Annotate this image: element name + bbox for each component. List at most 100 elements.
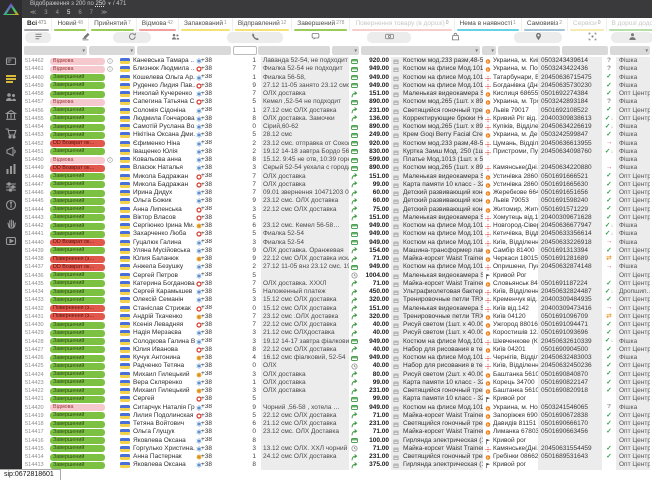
order-row[interactable]: 514433ЗавершенийОлексій Семанін+38315.12… [22,296,652,304]
phone-cell[interactable]: +38 [195,288,225,296]
column-filter-select[interactable]: ▼ [482,46,496,55]
order-row[interactable]: 514432Повернення (з…Станіслав Стрижак+38… [22,305,652,313]
app-logo-icon[interactable] [2,2,20,17]
phone-cell[interactable]: +38 [195,428,225,436]
column-filter-select[interactable] [137,46,231,55]
order-row[interactable]: 514423ЗавершенийВера Скляренко+381ОЛХ до… [22,379,652,387]
tab-Всі[interactable]: Всі471 [22,18,52,31]
order-row[interactable]: 514452DD Возврат ок…Єфименко Ніна+38223.… [22,140,652,148]
order-row[interactable]: 514426ЗавершенийКучук Антонина+38416.12 … [22,354,652,362]
column-header-scan-icon[interactable] [585,32,599,43]
column-filter-select[interactable]: ▼ [361,46,480,55]
page-number[interactable]: 7 [90,10,94,16]
order-row[interactable]: 514416ЗавершенийЯковлева Оксана+388100.0… [22,437,652,445]
column-header-phone-icon[interactable] [227,32,283,43]
column-filter-select[interactable]: ▼ [89,46,135,55]
phone-cell[interactable]: +38 [195,321,225,329]
phone-cell[interactable]: +38 [195,412,225,420]
column-filter-select[interactable] [258,46,330,55]
phone-cell[interactable]: +38 [195,371,225,379]
order-row[interactable]: 514430ЗавершенийКсенія Левадняя+38722.12… [22,321,652,329]
tab-Новий[interactable]: Новий48 [52,18,89,31]
sidebar-item-people-icon[interactable] [4,91,18,105]
order-row[interactable]: 514450ВідмоваКовальова анна+38815.12. 9:… [22,156,652,164]
order-row[interactable]: 514446ЗавершенийИрина Дидух+38709.01 зве… [22,189,652,197]
tab-Повернення товару (в дорозі)[interactable]: Повернення товару (в дорозі)0 [350,18,454,31]
phone-cell[interactable]: +38 [195,123,225,131]
tab-Відправлений[interactable]: Відправлений12 [233,18,292,31]
column-header-pin-icon[interactable] [514,32,562,43]
phone-cell[interactable]: +38 [195,214,225,222]
column-filter-select[interactable]: ▼ [610,46,650,55]
order-row[interactable]: 514425ЗавершенийРадченко Тетяна+380ОЛХ40… [22,362,652,370]
order-row[interactable]: 514438Повернення (з…Юлия Баланюк+38922.1… [22,255,652,263]
phone-cell[interactable]: +38 [195,197,225,205]
tab-В дорозі додому[interactable]: В дорозі додому0 [607,18,652,31]
sidebar-item-bank-icon[interactable] [4,109,18,123]
order-row[interactable]: 514459ЗавершенийРуденко Лидия Пав..+3892… [22,82,652,90]
per-page-dropdown[interactable]: 250 [96,1,106,7]
phone-cell[interactable]: +38 [195,379,225,387]
order-row[interactable]: 514415ЗавершенийГоргулько Христина..+383… [22,445,652,453]
column-header-rows-icon[interactable] [25,32,51,43]
phone-cell[interactable]: +38 [195,140,225,148]
sidebar-item-chart-icon[interactable] [4,163,18,177]
phone-cell[interactable]: +38 [195,263,225,271]
column-filter-select[interactable]: ▼ [332,46,359,55]
order-row[interactable]: 514449DD Возврат ок…Власюк Наталья+383Се… [22,164,652,172]
column-header-person-icon[interactable] [611,32,652,43]
order-row[interactable]: 514445ЗавершенийОльга Божик+38923.12 смс… [22,197,652,205]
phone-cell[interactable]: +38 [195,255,225,263]
order-row[interactable]: 514431Повернення (з…Андрій Ткаченко+3872… [22,313,652,321]
sidebar-item-hand-icon[interactable] [4,217,18,231]
phone-cell[interactable]: +38 [195,156,225,164]
order-row[interactable]: 514436ЗавершенийСергей Петров+3851004.00… [22,272,652,280]
order-row[interactable]: 514414ЗавершенийАнна Пастернак+38124.12 … [22,453,652,461]
phone-cell[interactable]: +38 [195,173,225,181]
sidebar-item-orders-list-icon[interactable] [4,73,18,87]
column-header-bag-icon[interactable] [448,32,462,43]
order-row[interactable]: 514443ЗавершенийВіктор Власов+385151.00М… [22,214,652,222]
order-row[interactable]: 514440DD Возврат ок…Гуцалюк Галина+383Фи… [22,239,652,247]
phone-cell[interactable]: +38 [195,90,225,98]
phone-cell[interactable]: +38 [195,461,225,469]
phone-cell[interactable]: +38 [195,148,225,156]
order-row[interactable]: 514456ЗавершенийСоломія Сідоніна+38127.1… [22,107,652,115]
order-row[interactable]: 514424ЗавершенийМихаил Гилецький+383ОЛХ … [22,371,652,379]
order-row[interactable]: 514434ЗавершенийСергей Карамышев+385Нало… [22,288,652,296]
order-row[interactable]: 514455ЗавершенийЛюдмила Гончарова+388ОЛХ… [22,115,652,123]
order-row[interactable]: 514422ЗавершенийМихаил Гилецький+383ОЛХ … [22,387,652,395]
phone-cell[interactable]: +38 [195,222,225,230]
phone-cell[interactable]: +38 [195,395,225,403]
order-row[interactable]: 514419ЗавершенийЛилия Подолинская+38522.… [22,412,652,420]
phone-cell[interactable]: +38 [195,305,225,313]
order-row[interactable]: 514460ЗавершенийКошелева Ольга Ар..+381Ф… [22,74,652,82]
phone-cell[interactable]: +38 [195,272,225,280]
order-row[interactable]: 514457ВідмоваСапегина Татьяна С..+385Кем… [22,98,652,106]
order-row[interactable]: 514417ЗавершенийОльга Глущук+38023.12 см… [22,428,652,436]
order-row[interactable]: 514439ЗавершенийУляна Мусійовська+389ОЛХ… [22,247,652,255]
sidebar-item-sliders-icon[interactable] [4,181,18,195]
phone-cell[interactable]: +38 [195,239,225,247]
phone-cell[interactable]: +38 [195,65,225,73]
order-row[interactable]: 514420ВідмоваСитарчук Наталія Гр..+389Чо… [22,404,652,412]
phone-cell[interactable]: +38 [195,82,225,90]
tab-Сервіси[interactable]: Сервіси0 [568,18,606,31]
order-row[interactable]: 514447ЗавершенийМикола Бадражан+387ОЛХ д… [22,181,652,189]
sidebar-item-video-icon[interactable] [4,235,18,249]
phone-cell[interactable]: +38 [195,115,225,123]
page-number[interactable]: 3 [44,10,48,16]
sidebar-item-megaphone-icon[interactable] [4,145,18,159]
order-row[interactable]: 514451ЗавершенийІващенко Юлія+38219.12 1… [22,148,652,156]
order-row[interactable]: 514428ЗавершенийСолодкова Галина В..+383… [22,338,652,346]
info-circle-icon[interactable] [107,58,113,64]
column-filter-input[interactable] [233,46,257,55]
tab-Прийнятий[interactable]: Прийнятий7 [89,18,137,31]
order-row[interactable]: 514448ЗавершенийМикола Бадражан+387ОЛХ д… [22,173,652,181]
column-filter-select[interactable]: ▼ [24,46,87,55]
phone-cell[interactable]: +38 [195,98,225,106]
phone-cell[interactable]: +38 [195,206,225,214]
phone-cell[interactable]: +38 [195,354,225,362]
last-page-icon[interactable]: ≫ [101,9,108,16]
page-number[interactable]: 5 [67,10,71,16]
